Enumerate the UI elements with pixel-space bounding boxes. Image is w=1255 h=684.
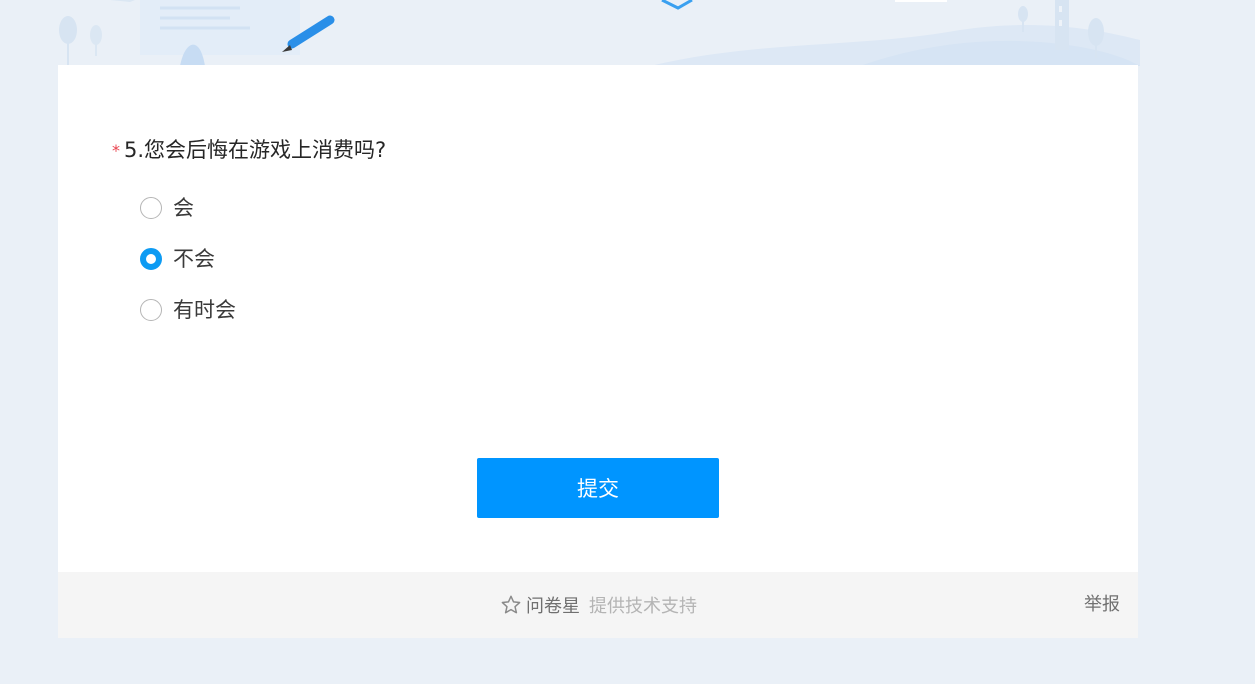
- required-mark: *: [112, 141, 120, 160]
- option-label: 不会: [173, 247, 215, 271]
- question-text: 5.您会后悔在游戏上消费吗?: [124, 138, 387, 162]
- report-link[interactable]: 举报: [1084, 592, 1120, 618]
- radio-button-checked[interactable]: [140, 248, 162, 270]
- footer-credit: 问卷星 提供技术支持: [500, 592, 697, 618]
- footer: 问卷星 提供技术支持 举报: [58, 572, 1138, 638]
- header-illustration: [0, 0, 1255, 66]
- radio-button[interactable]: [140, 197, 162, 219]
- option-label: 会: [173, 196, 194, 220]
- support-text: 提供技术支持: [589, 596, 697, 617]
- option-youshihui[interactable]: 有时会: [140, 295, 236, 325]
- radio-button[interactable]: [140, 299, 162, 321]
- question-title: * 5.您会后悔在游戏上消费吗?: [112, 135, 386, 167]
- brand-link[interactable]: 问卷星: [526, 592, 580, 618]
- star-icon: [501, 595, 521, 614]
- option-label: 有时会: [173, 298, 236, 322]
- option-list: 会 不会 有时会: [140, 193, 236, 346]
- submit-button[interactable]: 提交: [477, 458, 719, 518]
- option-hui[interactable]: 会: [140, 193, 236, 223]
- option-buhui[interactable]: 不会: [140, 244, 236, 274]
- survey-card: * 5.您会后悔在游戏上消费吗? 会 不会 有时会 提交: [58, 65, 1138, 572]
